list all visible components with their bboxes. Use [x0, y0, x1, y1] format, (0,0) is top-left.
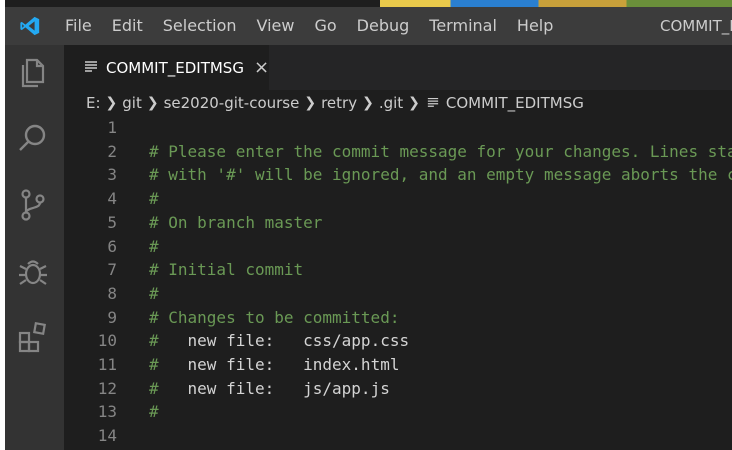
title-bar: File Edit Selection View Go Debug Terminal Help… — [5, 7, 732, 45]
line-text: # — [149, 331, 159, 351]
code-line[interactable]: 7 # Initial commit — [64, 258, 732, 282]
line-number: 5 — [107, 212, 117, 232]
breadcrumb-item[interactable]: .git — [377, 94, 405, 112]
breadcrumb: E: ❯ git ❯ se2020-git-course ❯ retry ❯ .git ❯ CO… — [64, 90, 732, 116]
search-icon[interactable] — [15, 121, 51, 157]
line-number: 6 — [107, 236, 117, 256]
vscode-logo-icon — [5, 7, 55, 45]
tab-label: COMMIT_EDITMSG — [106, 58, 244, 77]
code-line[interactable]: 6 # — [64, 235, 732, 259]
line-number: 4 — [107, 189, 117, 209]
line-number: 10 — [97, 331, 117, 351]
chevron-right-icon: ❯ — [408, 95, 420, 111]
line-number: 3 — [107, 165, 117, 185]
line-text: # — [149, 355, 159, 374]
code-line[interactable]: 3 # with '#' will be ignored, and an empt… — [64, 163, 732, 187]
line-number: 7 — [107, 260, 117, 280]
line-number: 11 — [97, 355, 117, 374]
menu-go[interactable]: Go — [304, 7, 346, 45]
chevron-right-icon: ❯ — [304, 95, 317, 111]
menu-file[interactable]: File — [55, 7, 102, 45]
line-text: # — [149, 402, 159, 422]
breadcrumb-file[interactable]: COMMIT_EDITMSG — [444, 94, 586, 112]
breadcrumb-item[interactable]: git — [120, 94, 144, 112]
source-control-icon[interactable] — [15, 187, 51, 223]
code-line[interactable]: 10 # new file: css/app.css — [64, 329, 732, 353]
window-title: COMMIT_E — [660, 17, 732, 35]
tab-commit-editmsg[interactable]: COMMIT_EDITMSG × — [64, 45, 269, 90]
line-text: # Please enter the commit message for yo… — [149, 141, 732, 161]
line-number: 8 — [107, 283, 117, 303]
line-number: 12 — [97, 378, 117, 398]
menu-terminal[interactable]: Terminal — [419, 7, 507, 45]
file-lines-icon — [84, 58, 98, 77]
line-number: 13 — [97, 402, 117, 422]
code-line[interactable]: 4 # — [64, 187, 732, 211]
menu-bar: File Edit Selection View Go Debug Terminal Help — [55, 7, 563, 45]
line-text: # — [149, 283, 159, 303]
line-text: # — [149, 378, 159, 398]
breadcrumb-item[interactable]: E: — [84, 94, 103, 112]
menu-edit[interactable]: Edit — [102, 7, 153, 45]
menu-view[interactable]: View — [247, 7, 305, 45]
line-text: # — [149, 236, 159, 256]
chevron-right-icon: ❯ — [362, 95, 374, 111]
file-lines-icon — [427, 94, 439, 112]
line-number: 14 — [97, 426, 117, 446]
code-line[interactable]: 9 # Changes to be committed: — [64, 306, 732, 330]
menu-help[interactable]: Help — [507, 7, 563, 45]
code-line[interactable]: 14 — [64, 424, 732, 448]
line-number: 9 — [107, 307, 117, 327]
line-text: # Initial commit — [149, 260, 304, 280]
code-line[interactable]: 2 # Please enter the commit message for y… — [64, 140, 732, 164]
activity-bar — [5, 45, 64, 450]
code-line[interactable]: 5 # On branch master — [64, 211, 732, 235]
line-number: 2 — [107, 141, 117, 161]
line-text-rest: new file: js/app.js — [158, 378, 390, 398]
code-line[interactable]: 8 # — [64, 282, 732, 306]
code-line[interactable]: 11 # new file: index.html — [64, 353, 732, 377]
code-line[interactable]: 12 # new file: js/app.js — [64, 377, 732, 401]
code-line[interactable]: 1 — [64, 116, 732, 140]
chevron-right-icon: ❯ — [105, 95, 118, 111]
code-line[interactable]: 13 # — [64, 400, 732, 424]
line-number: 1 — [107, 118, 117, 137]
line-text: # Changes to be committed: — [149, 307, 400, 327]
menu-selection[interactable]: Selection — [153, 7, 247, 45]
chevron-right-icon: ❯ — [146, 95, 159, 111]
line-text: # — [149, 189, 159, 209]
breadcrumb-item[interactable]: se2020-git-course — [162, 94, 302, 112]
breadcrumb-item[interactable]: retry — [319, 94, 359, 112]
debug-icon[interactable] — [15, 253, 51, 289]
line-text-rest: new file: index.html — [158, 355, 400, 374]
line-text: # with '#' will be ignored, and an empty… — [149, 165, 732, 185]
line-text-rest: new file: css/app.css — [158, 331, 410, 351]
menu-debug[interactable]: Debug — [347, 7, 420, 45]
files-icon[interactable] — [15, 55, 51, 91]
tab-bar: COMMIT_EDITMSG × — [64, 45, 732, 90]
code-editor[interactable]: 1 2 # Please enter the commit message for … — [64, 116, 732, 450]
extensions-icon[interactable] — [15, 319, 51, 355]
desktop-background-top — [380, 0, 732, 7]
close-icon[interactable]: × — [254, 57, 269, 78]
line-text: # On branch master — [149, 212, 323, 232]
